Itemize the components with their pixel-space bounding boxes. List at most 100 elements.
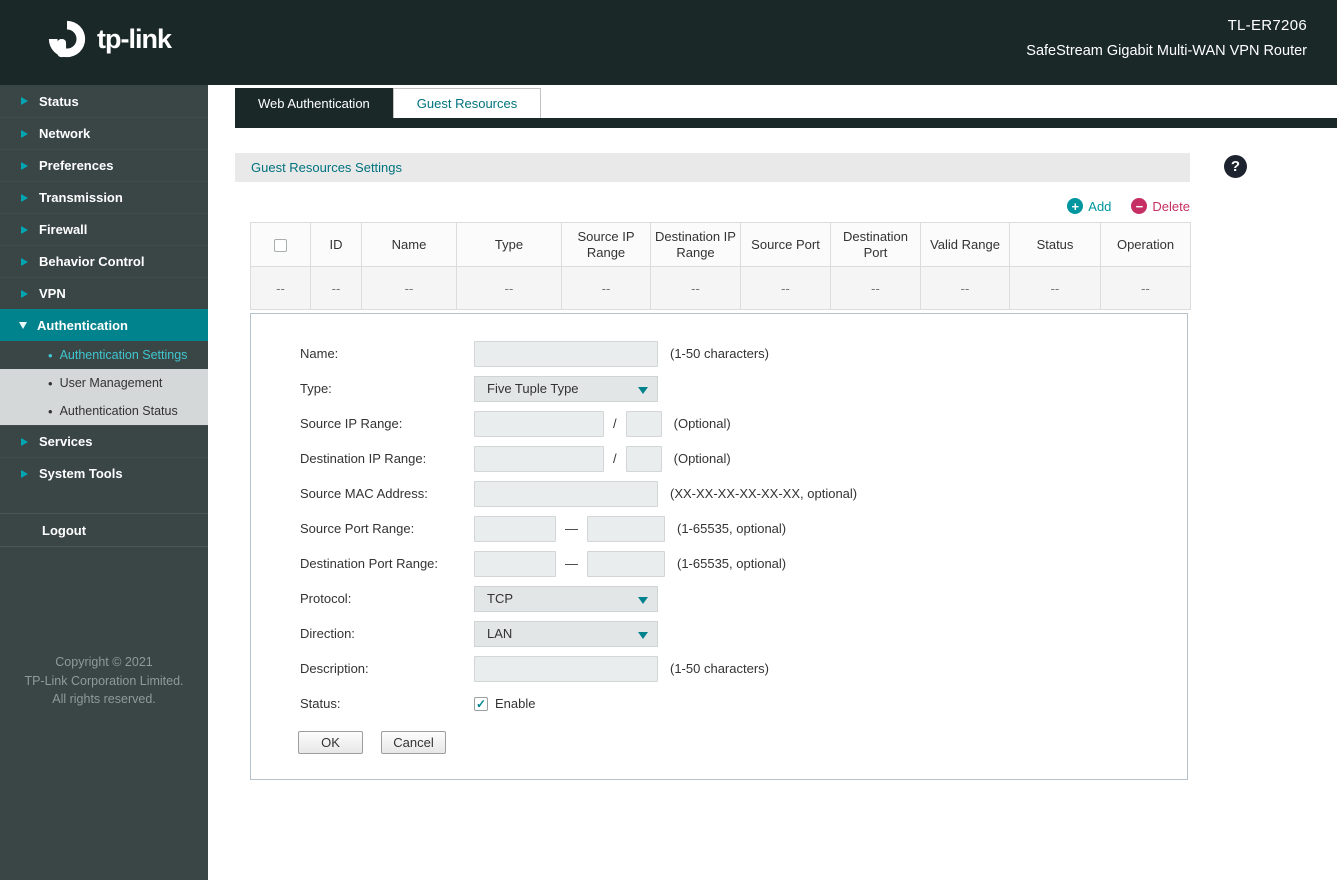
destination-ip-label: Destination IP Range: <box>300 451 474 466</box>
guest-resource-form: Name: (1-50 characters) Type: Five Tuple… <box>250 313 1188 780</box>
slash-separator: / <box>613 416 617 431</box>
destination-port-to-input[interactable] <box>587 551 665 577</box>
device-model: TL-ER7206 <box>1026 17 1307 34</box>
name-input[interactable] <box>474 341 658 367</box>
source-ip-mask-input[interactable] <box>626 411 662 437</box>
col-id: ID <box>311 223 362 267</box>
name-label: Name: <box>300 346 474 361</box>
sidebar-subitem-authentication-settings[interactable]: Authentication Settings <box>0 341 208 369</box>
select-all-checkbox[interactable] <box>274 239 287 252</box>
logout-label: Logout <box>42 523 86 538</box>
sidebar-item-firewall[interactable]: Firewall <box>0 213 208 245</box>
protocol-select[interactable]: TCP <box>474 586 658 612</box>
chevron-down-icon <box>638 632 648 639</box>
form-row-destination-ip: Destination IP Range: / (Optional) <box>300 441 1187 476</box>
tab-bar: Web Authentication Guest Resources <box>208 85 1337 118</box>
cell-placeholder: -- <box>251 267 311 310</box>
section-title: Guest Resources Settings <box>235 153 1190 182</box>
sidebar-item-network[interactable]: Network <box>0 117 208 149</box>
sidebar-subitem-user-management[interactable]: User Management <box>0 369 208 397</box>
source-port-hint: (1-65535, optional) <box>677 521 786 536</box>
type-select[interactable]: Five Tuple Type <box>474 376 658 402</box>
copyright-line: TP-Link Corporation Limited. <box>0 672 208 691</box>
sidebar: Status Network Preferences Transmission … <box>0 85 208 880</box>
tp-link-logo: tp-link <box>46 18 171 60</box>
source-ip-hint: (Optional) <box>674 416 731 431</box>
delete-button[interactable]: − Delete <box>1131 198 1190 214</box>
destination-ip-mask-input[interactable] <box>626 446 662 472</box>
protocol-select-value: TCP <box>487 591 513 606</box>
source-port-from-input[interactable] <box>474 516 556 542</box>
direction-select[interactable]: LAN <box>474 621 658 647</box>
sidebar-item-label: Status <box>39 94 79 109</box>
copyright-line: Copyright © 2021 <box>0 653 208 672</box>
form-row-source-ip: Source IP Range: / (Optional) <box>300 406 1187 441</box>
sidebar-item-transmission[interactable]: Transmission <box>0 181 208 213</box>
type-label: Type: <box>300 381 474 396</box>
arrow-down-icon <box>19 322 27 329</box>
sidebar-item-label: Firewall <box>39 222 87 237</box>
help-icon[interactable]: ? <box>1224 155 1247 178</box>
source-mac-input[interactable] <box>474 481 658 507</box>
description-hint: (1-50 characters) <box>670 661 769 676</box>
sidebar-item-system-tools[interactable]: System Tools <box>0 457 208 489</box>
dash-separator: — <box>565 521 578 536</box>
source-ip-input[interactable] <box>474 411 604 437</box>
sidebar-item-authentication[interactable]: Authentication <box>0 309 208 341</box>
cell-placeholder: -- <box>311 267 362 310</box>
direction-label: Direction: <box>300 626 474 641</box>
slash-separator: / <box>613 451 617 466</box>
direction-select-value: LAN <box>487 626 512 641</box>
enable-checkbox[interactable]: ✓ <box>474 697 488 711</box>
sidebar-item-status[interactable]: Status <box>0 85 208 117</box>
cell-placeholder: -- <box>562 267 651 310</box>
chevron-down-icon <box>638 387 648 394</box>
form-row-source-mac: Source MAC Address: (XX-XX-XX-XX-XX-XX, … <box>300 476 1187 511</box>
cancel-button[interactable]: Cancel <box>381 731 446 754</box>
tab-web-authentication[interactable]: Web Authentication <box>235 88 393 118</box>
logo-text: tp-link <box>97 24 171 55</box>
form-buttons: OK Cancel <box>298 731 1187 754</box>
add-button[interactable]: + Add <box>1067 198 1111 214</box>
table-toolbar: + Add − Delete <box>250 198 1190 214</box>
cell-placeholder: -- <box>831 267 921 310</box>
device-subtitle: SafeStream Gigabit Multi-WAN VPN Router <box>1026 43 1307 59</box>
status-label: Status: <box>300 696 474 711</box>
sidebar-item-services[interactable]: Services <box>0 425 208 457</box>
arrow-right-icon <box>21 97 28 105</box>
sidebar-item-preferences[interactable]: Preferences <box>0 149 208 181</box>
tab-guest-resources[interactable]: Guest Resources <box>393 88 541 118</box>
source-port-to-input[interactable] <box>587 516 665 542</box>
destination-ip-input[interactable] <box>474 446 604 472</box>
description-input[interactable] <box>474 656 658 682</box>
sidebar-item-label: System Tools <box>39 466 123 481</box>
add-label: Add <box>1088 199 1111 214</box>
col-destination-ip-range: Destination IP Range <box>651 223 741 267</box>
guest-resources-table: ID Name Type Source IP Range Destination… <box>250 222 1191 310</box>
col-source-port: Source Port <box>741 223 831 267</box>
table-header-row: ID Name Type Source IP Range Destination… <box>251 223 1191 267</box>
arrow-right-icon <box>21 258 28 266</box>
destination-port-hint: (1-65535, optional) <box>677 556 786 571</box>
source-mac-label: Source MAC Address: <box>300 486 474 501</box>
col-destination-port: Destination Port <box>831 223 921 267</box>
cell-placeholder: -- <box>741 267 831 310</box>
form-row-direction: Direction: LAN <box>300 616 1187 651</box>
sidebar-item-label: Transmission <box>39 190 123 205</box>
main-content: Web Authentication Guest Resources Guest… <box>208 85 1337 880</box>
sidebar-subitem-label: User Management <box>60 376 163 390</box>
form-row-name: Name: (1-50 characters) <box>300 336 1187 371</box>
copyright-line: All rights reserved. <box>0 690 208 709</box>
destination-port-from-input[interactable] <box>474 551 556 577</box>
sidebar-item-behavior-control[interactable]: Behavior Control <box>0 245 208 277</box>
logout-button[interactable]: Logout <box>0 513 208 547</box>
sidebar-item-label: VPN <box>39 286 66 301</box>
col-valid-range: Valid Range <box>921 223 1010 267</box>
sidebar-item-vpn[interactable]: VPN <box>0 277 208 309</box>
enable-checkbox-label: Enable <box>495 696 535 711</box>
cell-placeholder: -- <box>457 267 562 310</box>
form-row-source-port: Source Port Range: — (1-65535, optional) <box>300 511 1187 546</box>
ok-button[interactable]: OK <box>298 731 363 754</box>
source-port-label: Source Port Range: <box>300 521 474 536</box>
sidebar-subitem-authentication-status[interactable]: Authentication Status <box>0 397 208 425</box>
